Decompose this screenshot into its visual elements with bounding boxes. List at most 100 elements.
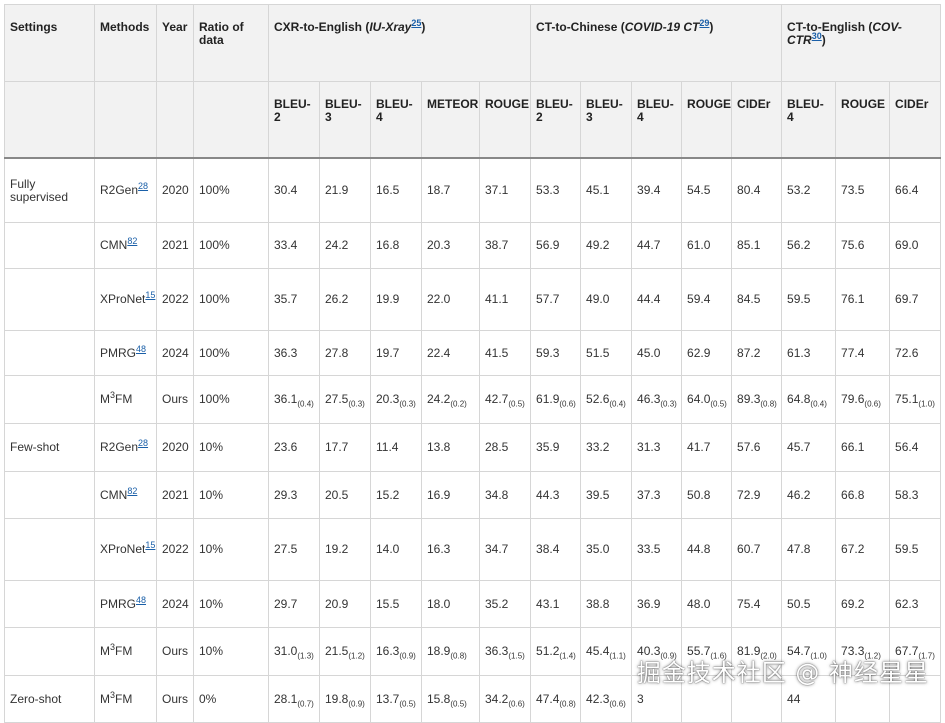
cell-score: 60.7 (731, 518, 783, 581)
method-name: XProNet (100, 292, 146, 306)
cell-setting: Fully supervised (4, 157, 95, 223)
cell-score: 72.9 (731, 471, 783, 519)
cell-score: 19.9 (370, 268, 422, 331)
cell-score: 50.5 (781, 580, 837, 628)
score-std: (1.1) (609, 651, 626, 661)
cell-year: 2020 (156, 157, 194, 223)
score-value: 45.7 (787, 440, 811, 454)
score-value: 59.3 (536, 345, 560, 360)
score-value: 61.3 (787, 345, 811, 360)
score-value: 33.5 (637, 542, 661, 556)
citation-link[interactable]: 15 (145, 290, 155, 300)
cell-score: 79.6(0.6) (835, 375, 891, 424)
method-name: M (100, 644, 110, 658)
score-value: 33.2 (586, 440, 610, 454)
citation-link[interactable]: 48 (136, 344, 146, 354)
cell-score: 29.7 (268, 580, 320, 628)
score-value: 50.5 (787, 596, 811, 611)
citation-link[interactable]: 82 (127, 236, 137, 246)
score-value: 35.2 (485, 596, 509, 611)
cell-score: 66.4 (889, 157, 942, 223)
cell-score: 50.8 (681, 471, 733, 519)
citation-link[interactable]: 48 (136, 595, 146, 605)
cell-score: 27.8 (319, 330, 371, 376)
cell-score: 57.7 (530, 268, 582, 331)
header-metric: BLEU-2 (268, 81, 320, 159)
cell-score: 46.3(0.3) (631, 375, 683, 424)
cell-score: 27.5(0.3) (319, 375, 371, 424)
cell-score: 17.7 (319, 423, 371, 472)
citation-link[interactable]: 25 (411, 18, 421, 28)
score-value: 37.1 (485, 183, 509, 197)
cell-score: 35.2 (478, 580, 532, 628)
cell-score: 15.2 (370, 471, 422, 519)
header-group-ct-chinese: CT-to-Chinese (COVID-19 CT29) (530, 4, 783, 82)
citation-link[interactable]: 30 (812, 31, 822, 41)
cell-score: 61.9(0.6) (530, 375, 582, 424)
cell-score: 53.2 (781, 157, 837, 223)
score-value: 48.0 (687, 596, 711, 611)
header-ratio: Ratio of data (193, 4, 269, 82)
citation-link[interactable]: 29 (699, 18, 709, 28)
cell-score: 41.7 (681, 423, 733, 472)
cell-score: 45.0 (631, 330, 683, 376)
score-value: 15.2 (376, 487, 400, 502)
cell-score: 52.6(0.4) (580, 375, 633, 424)
cell-score: 56.2 (781, 222, 837, 269)
score-value: 60.7 (737, 542, 761, 556)
cell-score: 18.0 (421, 580, 480, 628)
cell-score: 41.5 (478, 330, 532, 376)
cell-setting (4, 222, 95, 269)
cell-ratio: 100% (193, 157, 269, 223)
score-value: 44.4 (637, 292, 661, 306)
cell-score: 27.5 (268, 518, 320, 581)
cell-score: 19.2 (319, 518, 371, 581)
method-name: M (100, 392, 110, 406)
score-value: 75.1 (895, 392, 919, 406)
score-value: 11.4 (376, 440, 399, 454)
cell-score: 49.0 (580, 268, 633, 331)
cell-score: 35.9 (530, 423, 582, 472)
header-metric: CIDEr (889, 81, 942, 159)
score-value: 56.2 (787, 238, 811, 252)
score-value: 87.2 (737, 345, 761, 360)
citation-link[interactable]: 28 (138, 181, 148, 191)
score-value: 13.7 (376, 691, 400, 706)
score-value: 19.2 (325, 542, 349, 556)
cell-year: 2021 (156, 471, 194, 519)
score-value: 75.6 (841, 238, 865, 252)
cell-score: 67.2 (835, 518, 891, 581)
score-value: 51.2 (536, 644, 560, 658)
cell-score: 56.4 (889, 423, 942, 472)
cell-method: R2Gen28 (94, 423, 157, 472)
cell-score: 22.0 (421, 268, 480, 331)
score-value: 42.3 (586, 691, 610, 706)
score-value: 69.2 (841, 596, 865, 611)
cell-score: 23.6 (268, 423, 320, 472)
score-value: 43.1 (536, 596, 560, 611)
score-value: 45.1 (586, 183, 610, 197)
score-std: (0.8) (760, 399, 777, 409)
cell-score: 15.5 (370, 580, 422, 628)
score-value: 64.0 (687, 392, 711, 406)
score-value: 13.8 (427, 440, 451, 454)
cell-score: 42.7(0.5) (478, 375, 532, 424)
cell-score: 44.4 (631, 268, 683, 331)
score-std: (0.4) (609, 399, 626, 409)
citation-link[interactable]: 82 (127, 486, 137, 496)
cell-method: M3FM (94, 675, 157, 723)
cell-score: 66.1 (835, 423, 891, 472)
citation-link[interactable]: 15 (145, 540, 155, 550)
cell-score: 39.4 (631, 157, 683, 223)
score-value: 36.3 (485, 644, 509, 658)
score-std: (0.5) (450, 698, 467, 708)
score-value: 54.5 (687, 183, 711, 197)
cell-score: 16.3 (421, 518, 480, 581)
cell-year: 2024 (156, 330, 194, 376)
header-empty (156, 81, 194, 159)
cell-score: 49.2 (580, 222, 633, 269)
score-value: 17.7 (325, 440, 349, 454)
citation-link[interactable]: 28 (138, 438, 148, 448)
cell-ratio: 100% (193, 268, 269, 331)
table-row: XProNet15 2022 100% 35.7 26.2 19.9 22.0 41.1 57.… (4, 268, 942, 331)
